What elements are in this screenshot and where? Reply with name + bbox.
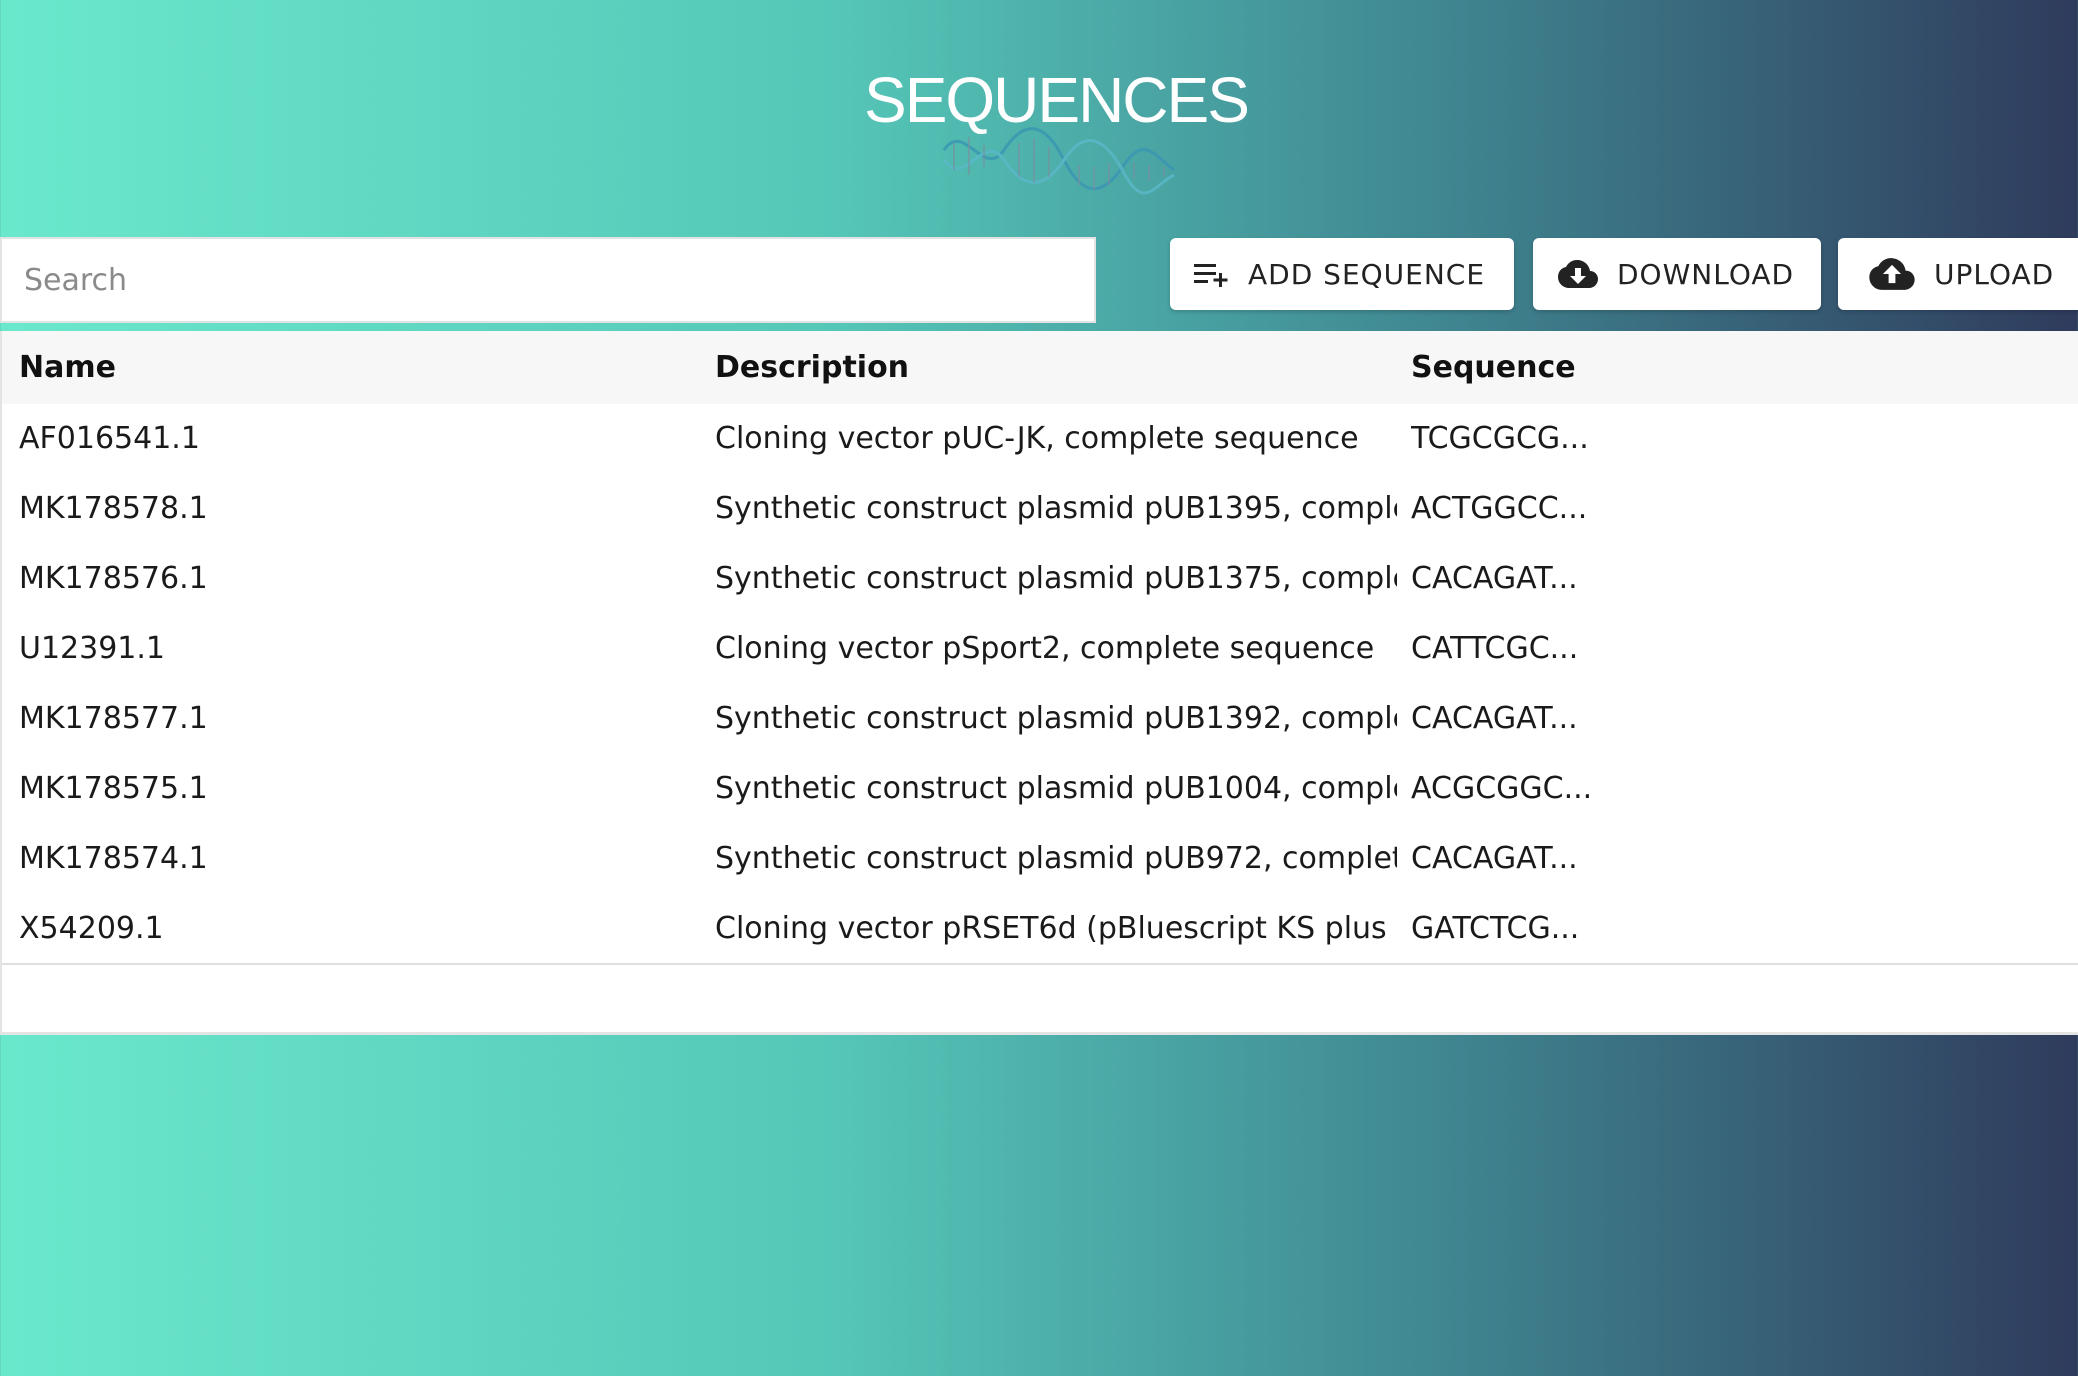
table-row[interactable]: MK178575.1 Synthetic construct plasmid p…: [2, 754, 2078, 824]
sequences-table: Name Description Sequence AF016541.1 Clo…: [0, 331, 2078, 1035]
playlist-add-icon: [1194, 260, 1230, 288]
cell-sequence: GATCTCG...: [1411, 911, 1580, 946]
dna-helix-icon: [942, 127, 1175, 195]
cell-description: Synthetic construct plasmid pUB972, comp…: [715, 841, 1397, 876]
cell-sequence: CACAGAT...: [1411, 701, 1578, 736]
download-label: DOWNLOAD: [1617, 257, 1795, 291]
cell-name: AF016541.1: [19, 421, 200, 456]
upload-button[interactable]: UPLOAD: [1838, 238, 2078, 310]
upload-label: UPLOAD: [1934, 257, 2055, 291]
cell-description: Cloning vector pSport2, complete sequenc…: [715, 631, 1375, 666]
column-header-description[interactable]: Description: [715, 331, 1395, 404]
add-sequence-label: ADD SEQUENCE: [1248, 257, 1486, 291]
cell-name: MK178575.1: [19, 771, 208, 806]
cell-sequence: CATTCGC...: [1411, 631, 1579, 666]
search-box[interactable]: [0, 237, 1096, 323]
table-footer-divider: [2, 963, 2078, 965]
cell-sequence: ACGCGGC...: [1411, 771, 1593, 806]
cell-description: Synthetic construct plasmid pUB1395, com…: [715, 491, 1397, 526]
app-header: SEQUENCES: [0, 0, 2078, 235]
cell-name: MK178574.1: [19, 841, 208, 876]
cloud-upload-icon: [1868, 257, 1916, 291]
cell-sequence: ACTGGCC...: [1411, 491, 1588, 526]
cell-sequence: CACAGAT...: [1411, 841, 1578, 876]
download-button[interactable]: DOWNLOAD: [1533, 238, 1821, 310]
table-row[interactable]: MK178577.1 Synthetic construct plasmid p…: [2, 684, 2078, 754]
column-header-name[interactable]: Name: [19, 331, 699, 404]
cell-name: X54209.1: [19, 911, 164, 946]
table-row[interactable]: U12391.1 Cloning vector pSport2, complet…: [2, 614, 2078, 684]
app-logo: SEQUENCES: [864, 60, 1250, 200]
column-header-sequence[interactable]: Sequence: [1411, 331, 1811, 404]
cell-sequence: TCGCGCG...: [1411, 421, 1589, 456]
table-row[interactable]: X54209.1 Cloning vector pRSET6d (pBluesc…: [2, 894, 2078, 964]
cell-description: Cloning vector pUC-JK, complete sequence: [715, 421, 1359, 456]
add-sequence-button[interactable]: ADD SEQUENCE: [1170, 238, 1514, 310]
cell-description: Synthetic construct plasmid pUB1004, com…: [715, 771, 1397, 806]
cell-sequence: CACAGAT...: [1411, 561, 1578, 596]
cell-description: Synthetic construct plasmid pUB1392, com…: [715, 701, 1397, 736]
table-row[interactable]: AF016541.1 Cloning vector pUC-JK, comple…: [2, 404, 2078, 474]
cell-name: MK178578.1: [19, 491, 208, 526]
cell-name: U12391.1: [19, 631, 166, 666]
table-header: Name Description Sequence: [2, 331, 2078, 404]
table-row[interactable]: MK178574.1 Synthetic construct plasmid p…: [2, 824, 2078, 894]
cell-description: Synthetic construct plasmid pUB1375, com…: [715, 561, 1397, 596]
search-input[interactable]: [2, 239, 1094, 321]
cell-name: MK178576.1: [19, 561, 208, 596]
cloud-download-icon: [1557, 259, 1599, 289]
table-row[interactable]: MK178576.1 Synthetic construct plasmid p…: [2, 544, 2078, 614]
cell-description: Cloning vector pRSET6d (pBluescript KS p…: [715, 911, 1397, 946]
cell-name: MK178577.1: [19, 701, 208, 736]
table-row[interactable]: MK178578.1 Synthetic construct plasmid p…: [2, 474, 2078, 544]
